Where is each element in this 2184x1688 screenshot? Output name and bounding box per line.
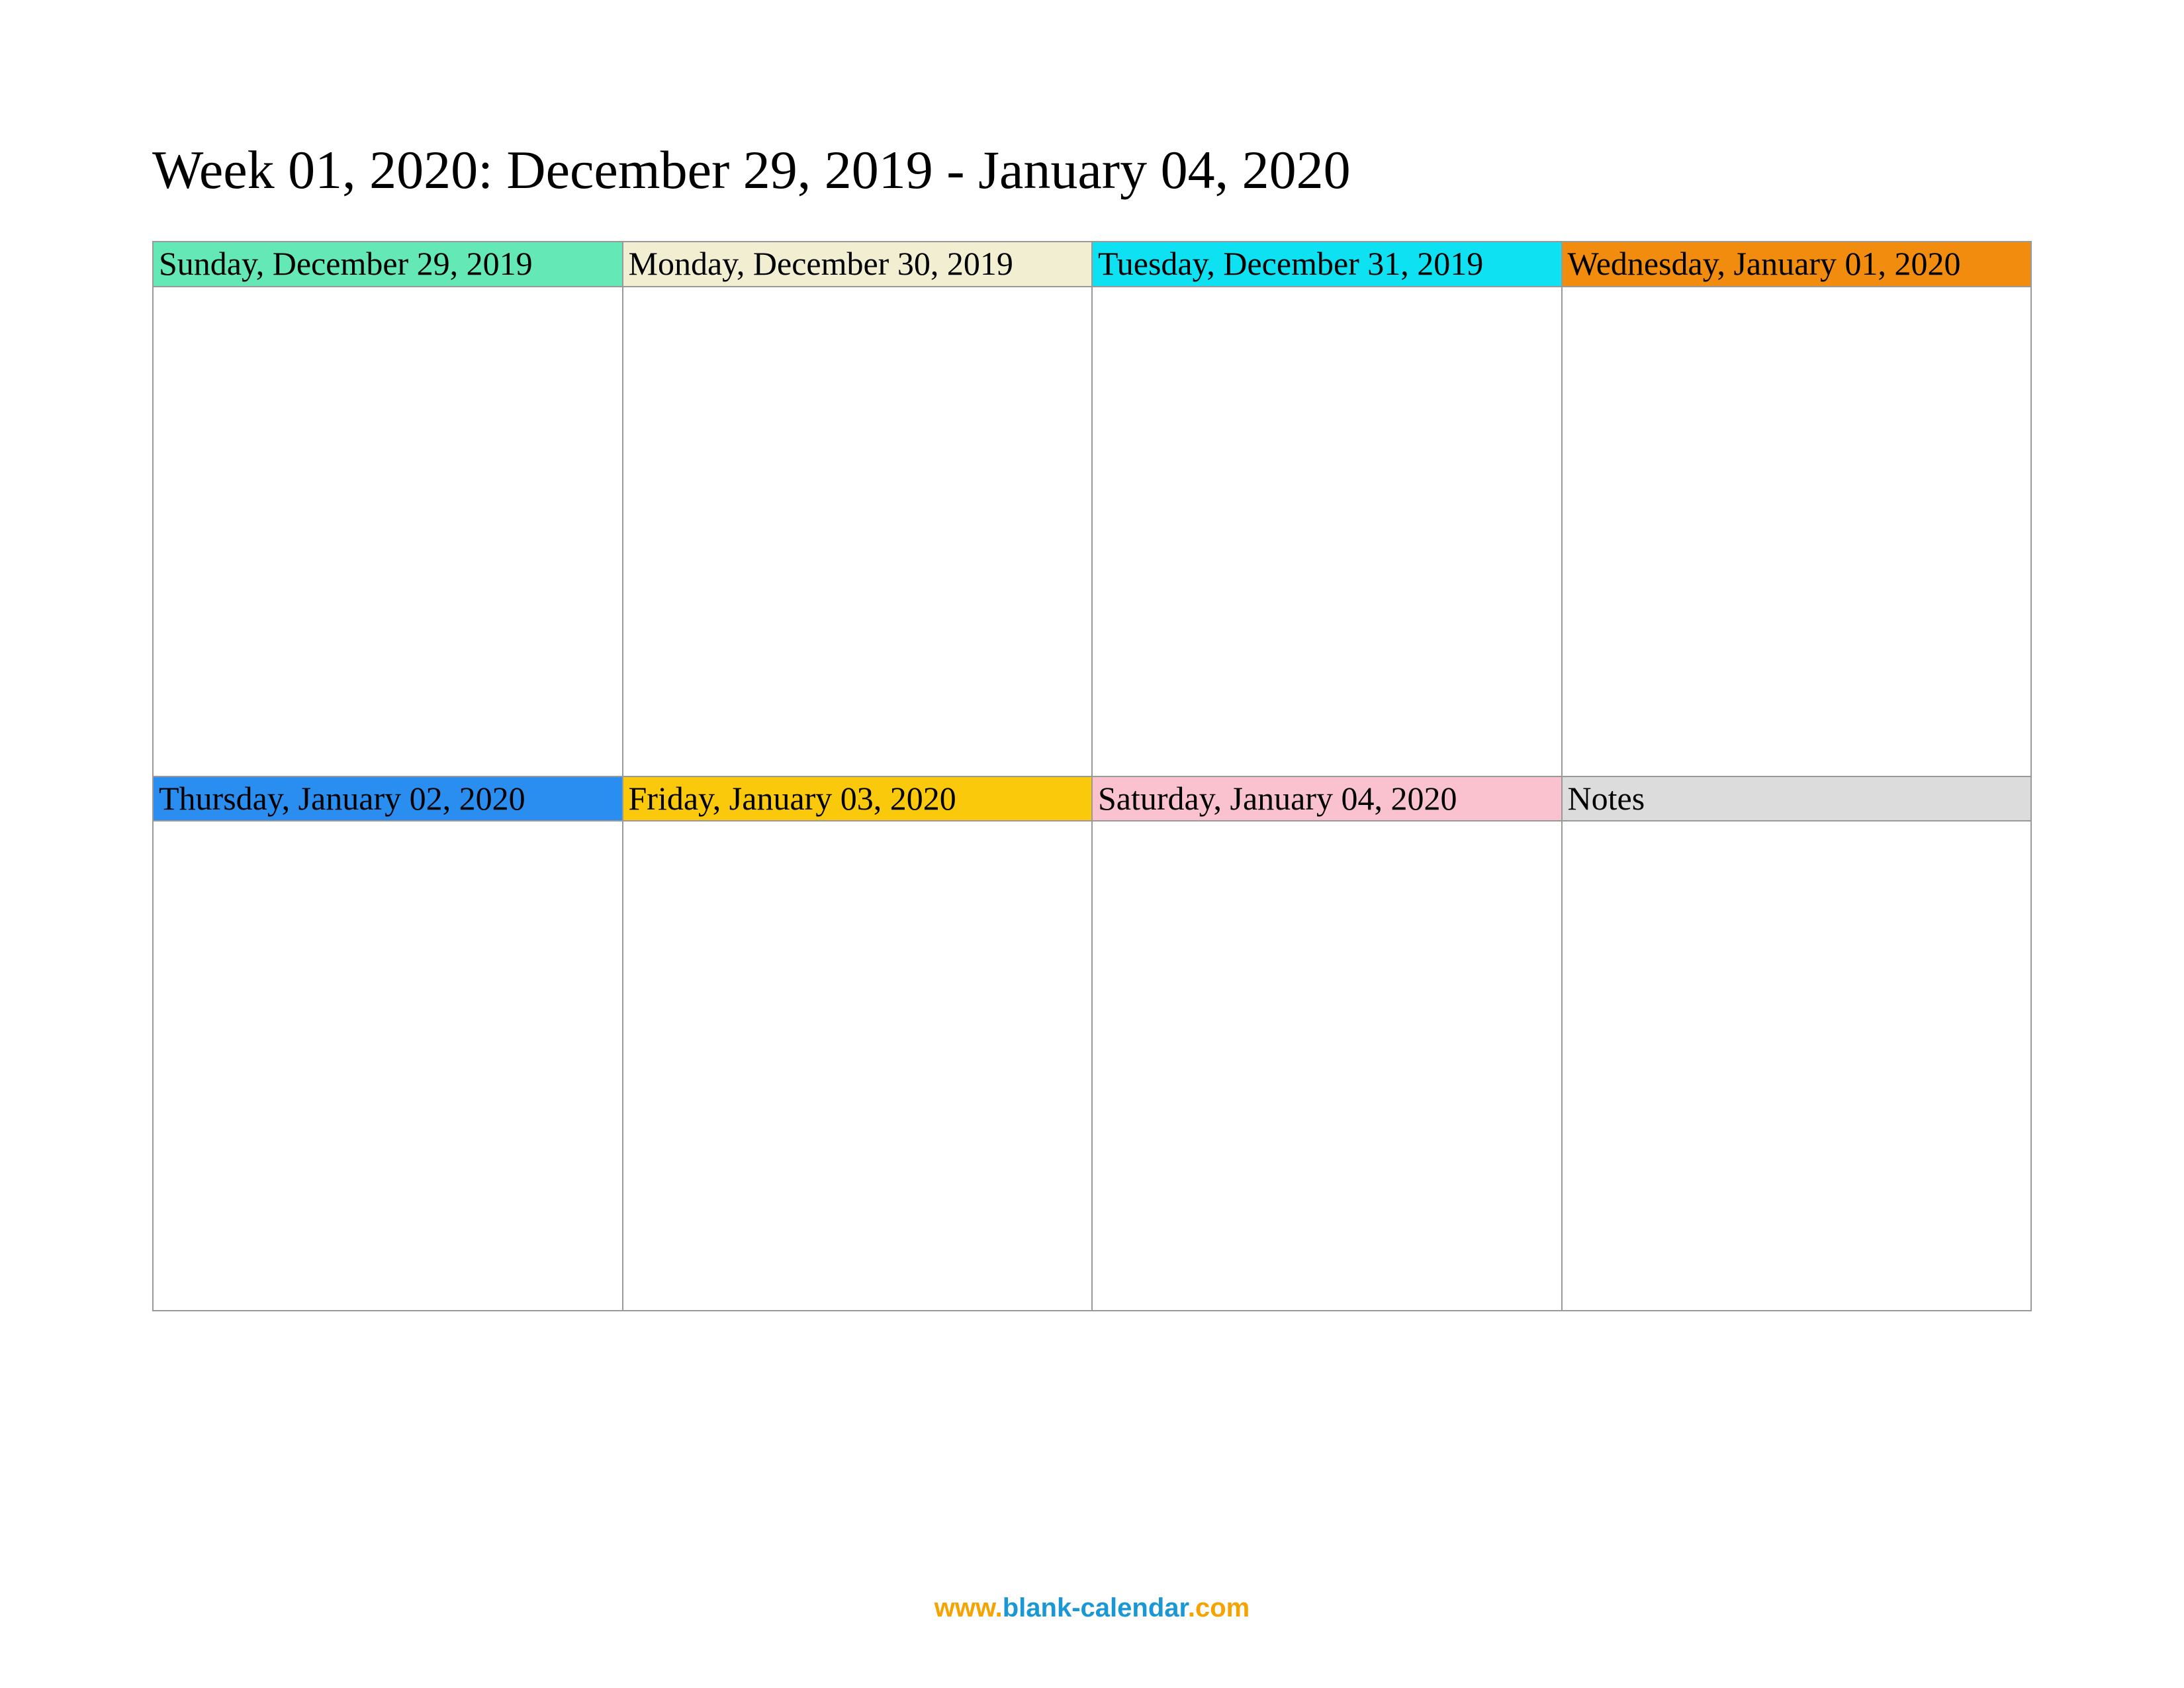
day-header-saturday: Saturday, January 04, 2020 [1092,776,1562,821]
day-header-sunday: Sunday, December 29, 2019 [153,242,623,287]
day-body-wednesday[interactable] [1562,287,2032,776]
day-header-tuesday: Tuesday, December 31, 2019 [1092,242,1562,287]
footer-link[interactable]: www.blank-calendar.com [0,1593,2184,1623]
day-header-notes: Notes [1562,776,2032,821]
day-body-sunday[interactable] [153,287,623,776]
day-body-monday[interactable] [623,287,1093,776]
day-header-friday: Friday, January 03, 2020 [623,776,1093,821]
footer-suffix: .com [1188,1593,1250,1622]
footer-prefix: www. [934,1593,1003,1622]
day-body-thursday[interactable] [153,821,623,1311]
day-body-saturday[interactable] [1092,821,1562,1311]
day-header-wednesday: Wednesday, January 01, 2020 [1562,242,2032,287]
day-header-thursday: Thursday, January 02, 2020 [153,776,623,821]
page-title: Week 01, 2020: December 29, 2019 - Janua… [152,139,2032,201]
day-body-friday[interactable] [623,821,1093,1311]
day-body-tuesday[interactable] [1092,287,1562,776]
weekly-calendar-page: Week 01, 2020: December 29, 2019 - Janua… [0,0,2184,1311]
day-header-monday: Monday, December 30, 2019 [623,242,1093,287]
footer-domain: blank-calendar [1003,1593,1188,1622]
calendar-grid: Sunday, December 29, 2019 Monday, Decemb… [152,241,2032,1311]
day-body-notes[interactable] [1562,821,2032,1311]
